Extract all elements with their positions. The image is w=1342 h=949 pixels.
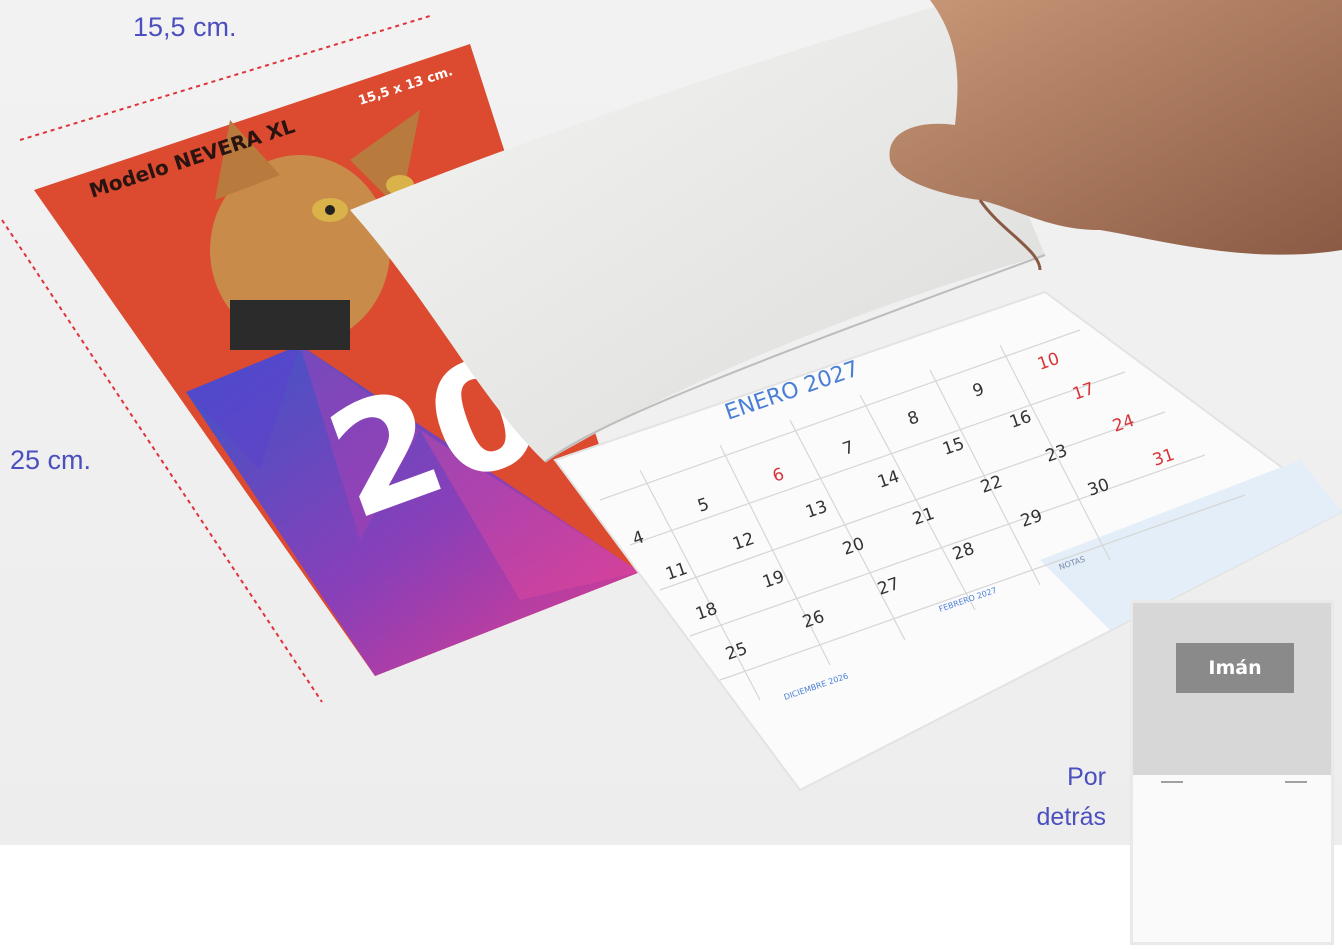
fold-mark-right (1285, 781, 1307, 783)
back-view-diagram: Imán (1130, 600, 1334, 945)
width-dimension-label: 15,5 cm. (133, 12, 237, 42)
magnet-label: Imán (1176, 643, 1294, 693)
fold-mark-left (1161, 781, 1183, 783)
back-view-caption-line2: detrás (1036, 803, 1106, 831)
height-dimension-label: 25 cm. (10, 445, 92, 475)
magnet-area: Imán (1133, 603, 1331, 775)
back-view-caption: Por detrás (1010, 757, 1106, 837)
back-view-caption-line1: Por (1067, 763, 1106, 791)
